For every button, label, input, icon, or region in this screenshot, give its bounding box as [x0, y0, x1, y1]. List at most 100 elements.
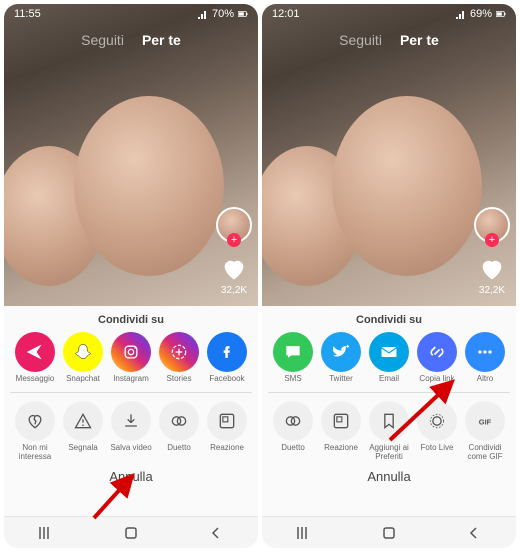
android-navbar — [4, 516, 258, 548]
tab-foryou[interactable]: Per te — [142, 32, 181, 48]
tab-following[interactable]: Seguiti — [81, 32, 124, 48]
share-twitter[interactable]: Twitter — [318, 332, 364, 384]
statusbar: 11:55 70% — [4, 4, 258, 24]
share-duetto[interactable]: Duetto — [156, 401, 202, 462]
share-label: Twitter — [329, 375, 353, 384]
home-icon[interactable] — [122, 524, 140, 542]
aggiungi-preferiti-icon — [369, 401, 409, 441]
sheet-title: Condividi su — [10, 314, 252, 326]
share-non-mi-interessa[interactable]: Non mi interessa — [12, 401, 58, 462]
share-label: Foto Live — [421, 444, 454, 453]
share-label: Duetto — [167, 444, 191, 453]
statusbar: 12:01 69% — [262, 4, 516, 24]
like-button[interactable]: 32,2K — [220, 255, 248, 296]
clock: 11:55 — [14, 8, 41, 20]
reazione-icon — [321, 401, 361, 441]
back-icon[interactable] — [207, 524, 225, 542]
back-icon[interactable] — [465, 524, 483, 542]
share-label: Messaggio — [16, 375, 55, 384]
share-label: Email — [379, 375, 399, 384]
share-label: Reazione — [324, 444, 358, 453]
battery-pct: 70% — [212, 8, 234, 20]
duetto-icon — [273, 401, 313, 441]
share-label: Reazione — [210, 444, 244, 453]
share-instagram[interactable]: Instagram — [108, 332, 154, 384]
cancel-button[interactable]: Annulla — [268, 461, 510, 490]
share-reazione[interactable]: Reazione — [318, 401, 364, 462]
share-label: Duetto — [281, 444, 305, 453]
tab-foryou[interactable]: Per te — [400, 32, 439, 48]
sms-icon — [273, 332, 313, 372]
creator-avatar[interactable] — [216, 207, 252, 243]
altro-icon — [465, 332, 505, 372]
share-label: SMS — [284, 375, 301, 384]
home-icon[interactable] — [380, 524, 398, 542]
snapchat-icon — [63, 332, 103, 372]
like-count: 32,2K — [221, 285, 247, 296]
share-copia-link[interactable]: Copia link — [414, 332, 460, 384]
messaggio-icon — [15, 332, 55, 372]
share-messaggio[interactable]: Messaggio — [12, 332, 58, 384]
salva-video-icon — [111, 401, 151, 441]
heart-icon — [220, 255, 248, 283]
share-label: Snapchat — [66, 375, 100, 384]
recents-icon[interactable] — [295, 524, 313, 542]
share-duetto[interactable]: Duetto — [270, 401, 316, 462]
signal-icon — [456, 9, 466, 19]
share-label: Altro — [477, 375, 493, 384]
stories-icon — [159, 332, 199, 372]
share-altro[interactable]: Altro — [462, 332, 508, 384]
share-email[interactable]: Email — [366, 332, 412, 384]
share-row-social: Messaggio Snapchat Instagram Stories Faceboo… — [10, 332, 252, 384]
foto-live-icon — [417, 401, 457, 441]
copia-link-icon — [417, 332, 457, 372]
share-sheet: Condividi su SMS Twitter Email Copia link Al… — [262, 306, 516, 516]
twitter-icon — [321, 332, 361, 372]
tab-following[interactable]: Seguiti — [339, 32, 382, 48]
share-snapchat[interactable]: Snapchat — [60, 332, 106, 384]
instagram-icon — [111, 332, 151, 372]
share-condividi-gif[interactable]: GIF Condividi come GIF — [462, 401, 508, 462]
share-salva-video[interactable]: Salva video — [108, 401, 154, 462]
share-label: Aggiungi ai Preferiti — [369, 444, 409, 462]
recents-icon[interactable] — [37, 524, 55, 542]
clock: 12:01 — [272, 8, 300, 20]
share-foto-live[interactable]: Foto Live — [414, 401, 460, 462]
svg-text:GIF: GIF — [479, 417, 492, 426]
share-stories[interactable]: Stories — [156, 332, 202, 384]
share-label: Facebook — [209, 375, 244, 384]
video-area[interactable]: 11:55 70% Seguiti Per te 32,2K — [4, 4, 258, 306]
share-label: Non mi interessa — [19, 444, 51, 462]
share-aggiungi-preferiti[interactable]: Aggiungi ai Preferiti — [366, 401, 412, 462]
share-row-actions: Non mi interessa SegnalaSalva video Duetto… — [10, 401, 252, 462]
share-sms[interactable]: SMS — [270, 332, 316, 384]
android-navbar — [262, 516, 516, 548]
battery-pct: 69% — [470, 8, 492, 20]
condividi-gif-icon: GIF — [465, 401, 505, 441]
creator-avatar[interactable] — [474, 207, 510, 243]
share-reazione[interactable]: Reazione — [204, 401, 250, 462]
feed-tabs: Seguiti Per te — [262, 32, 516, 48]
feed-tabs: Seguiti Per te — [4, 32, 258, 48]
battery-icon — [496, 9, 506, 19]
heart-icon — [478, 255, 506, 283]
like-count: 32,2K — [479, 285, 505, 296]
share-label: Condividi come GIF — [467, 444, 502, 462]
share-row-social: SMS Twitter Email Copia link Altro — [268, 332, 510, 384]
share-label: Stories — [167, 375, 192, 384]
video-area[interactable]: 12:01 69% Seguiti Per te 32,2K — [262, 4, 516, 306]
battery-icon — [238, 9, 248, 19]
share-label: Copia link — [419, 375, 454, 384]
segnala-icon — [63, 401, 103, 441]
sheet-title: Condividi su — [268, 314, 510, 326]
reazione-icon — [207, 401, 247, 441]
share-segnala[interactable]: Segnala — [60, 401, 106, 462]
share-row-actions: Duetto Reazione Aggiungi ai Preferiti Foto … — [268, 401, 510, 462]
signal-icon — [198, 9, 208, 19]
phone-left: 11:55 70% Seguiti Per te 32,2K Condividi… — [4, 4, 258, 548]
share-label: Instagram — [113, 375, 149, 384]
phone-right: 12:01 69% Seguiti Per te 32,2K Condividi… — [262, 4, 516, 548]
like-button[interactable]: 32,2K — [478, 255, 506, 296]
cancel-button[interactable]: Annulla — [10, 461, 252, 490]
share-facebook[interactable]: Facebook — [204, 332, 250, 384]
